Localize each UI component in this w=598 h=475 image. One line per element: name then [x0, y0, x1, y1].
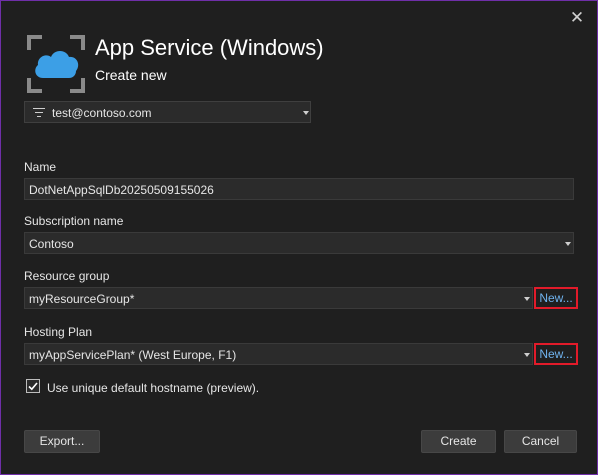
resource-group-label: Resource group: [24, 269, 110, 283]
unique-hostname-checkbox[interactable]: [26, 379, 40, 393]
account-dropdown[interactable]: test@contoso.com: [24, 101, 311, 123]
export-button[interactable]: Export...: [24, 430, 100, 453]
app-service-icon: [27, 35, 85, 93]
hosting-plan-value: myAppServicePlan* (West Europe, F1): [29, 348, 237, 362]
unique-hostname-label: Use unique default hostname (preview).: [47, 381, 260, 395]
create-button[interactable]: Create: [421, 430, 496, 453]
subscription-value: Contoso: [29, 237, 74, 251]
name-value: DotNetAppSqlDb20250509155026: [29, 183, 214, 197]
close-icon[interactable]: ✕: [566, 7, 588, 29]
chevron-down-icon: [565, 242, 571, 246]
app-service-dialog: ✕ App Service (Windows) Create new test@…: [0, 0, 598, 475]
subscription-label: Subscription name: [24, 214, 124, 228]
name-label: Name: [24, 160, 57, 174]
chevron-down-icon: [303, 111, 309, 115]
chevron-down-icon: [524, 353, 530, 357]
subscription-dropdown[interactable]: Contoso: [24, 232, 574, 254]
resource-group-dropdown[interactable]: myResourceGroup*: [24, 287, 533, 309]
name-input[interactable]: DotNetAppSqlDb20250509155026: [24, 178, 574, 200]
account-email: test@contoso.com: [52, 106, 152, 120]
cancel-button[interactable]: Cancel: [504, 430, 577, 453]
chevron-down-icon: [524, 297, 530, 301]
dialog-title: App Service (Windows): [95, 35, 324, 60]
filter-icon: [33, 108, 45, 117]
new-resource-group-link[interactable]: New...: [534, 287, 578, 309]
hosting-plan-label: Hosting Plan: [24, 325, 93, 339]
checkmark-icon: [28, 382, 38, 391]
dialog-subtitle: Create new: [95, 67, 167, 83]
hosting-plan-dropdown[interactable]: myAppServicePlan* (West Europe, F1): [24, 343, 533, 365]
new-hosting-plan-link[interactable]: New...: [534, 343, 578, 365]
resource-group-value: myResourceGroup*: [29, 292, 135, 306]
